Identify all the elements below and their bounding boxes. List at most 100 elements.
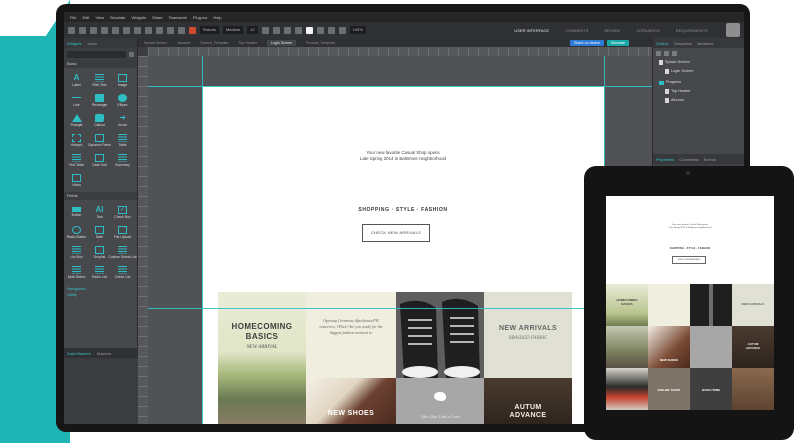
widget-arrow[interactable]: ➜ Arrow: [111, 110, 134, 130]
tablet-tile-homecoming[interactable]: HOMECOMING BASICS: [606, 284, 648, 326]
widget-custom-select[interactable]: Custom Select List: [108, 242, 137, 262]
tab-icons[interactable]: Icons: [87, 41, 97, 46]
search-icon[interactable]: [129, 51, 134, 57]
underline-icon[interactable]: [283, 26, 291, 34]
widget-hotspot[interactable]: Hotspot: [65, 130, 88, 150]
menu-simulate[interactable]: Simulate: [110, 15, 126, 20]
italic-icon[interactable]: [272, 26, 280, 34]
tab-properties[interactable]: Properties: [656, 157, 674, 162]
search-outline-icon[interactable]: [672, 50, 677, 56]
add-page-icon[interactable]: [656, 50, 661, 56]
tab-review[interactable]: REVIEW: [598, 26, 626, 35]
cut-icon[interactable]: [101, 26, 108, 34]
tab-user-interface[interactable]: USER INTERFACE: [508, 26, 555, 35]
widget-list-box[interactable]: List Box: [65, 242, 88, 262]
doc-tab-splash[interactable]: Splash Screen: [144, 41, 167, 45]
outline-item[interactable]: Splash Screen: [653, 58, 744, 67]
tablet-tile-model[interactable]: [606, 368, 648, 410]
tab-data-masters[interactable]: Data Masters: [67, 351, 91, 356]
simulate-button[interactable]: Simulate: [606, 40, 629, 46]
tile-sneakers[interactable]: [396, 292, 484, 378]
tab-widgets[interactable]: Widgets: [67, 41, 81, 46]
tablet-tile-eveline[interactable]: EVELINE TSHIRT: [648, 368, 690, 410]
crop-icon[interactable]: [178, 26, 185, 34]
line-weight-icon[interactable]: [327, 26, 335, 34]
line-color-icon[interactable]: [316, 26, 324, 34]
doc-tab-login[interactable]: Login Screen: [266, 39, 297, 46]
tablet-cta-button[interactable]: CHECK NEW ARRIVALS: [672, 256, 706, 264]
widget-line[interactable]: Line: [65, 90, 88, 110]
save-icon[interactable]: [90, 26, 97, 34]
add-folder-icon[interactable]: [664, 50, 669, 56]
outline-item[interactable]: Progress: [653, 78, 744, 87]
user-avatar[interactable]: [726, 23, 740, 37]
widget-triangle[interactable]: Triangle: [65, 110, 88, 130]
arrow-style-icon[interactable]: [338, 26, 346, 34]
doc-tab-product[interactable]: Product_Template: [306, 41, 335, 45]
tile-new-shoes[interactable]: NEW SHOES: [306, 378, 396, 424]
widget-date[interactable]: Date: [88, 222, 111, 242]
widget-multi-select[interactable]: Multi Select: [65, 262, 88, 282]
widget-video[interactable]: Video: [65, 170, 88, 190]
tablet-tile-social[interactable]: [690, 326, 732, 368]
zoom-select[interactable]: 100%: [349, 26, 366, 34]
tablet-tile-quote[interactable]: [648, 284, 690, 326]
tile-new-arrivals[interactable]: NEW ARRIVALS BRAIDED FABRIC: [484, 292, 572, 378]
outline-item[interactable]: Login Screen: [653, 67, 744, 76]
widget-text-table[interactable]: Text Table: [65, 150, 88, 170]
doc-tab-top-header[interactable]: Top Header: [238, 41, 257, 45]
tab-variables[interactable]: Variables: [697, 41, 713, 46]
widget-button[interactable]: Button: [65, 202, 88, 222]
design-canvas[interactable]: Your new favorite Casual Shop opens Late…: [148, 56, 652, 424]
menu-edit[interactable]: Edit: [82, 15, 89, 20]
guide-left[interactable]: [202, 56, 203, 424]
tab-events[interactable]: Events: [704, 157, 716, 162]
menu-file[interactable]: File: [70, 15, 76, 20]
paste-icon[interactable]: [123, 26, 130, 34]
tablet-tile-new-arrivals[interactable]: NEW ARRIVALS: [732, 284, 774, 326]
widget-summary[interactable]: Summary: [111, 150, 134, 170]
widget-radio-list[interactable]: Radio List: [88, 262, 111, 282]
widget-checkbox[interactable]: ✓ Check Box: [111, 202, 134, 222]
menu-plugins[interactable]: Plug-ins: [193, 15, 207, 20]
widget-dynamic-panel[interactable]: Dynamic Panel: [88, 130, 111, 150]
widget-image[interactable]: Image: [111, 70, 134, 90]
section-basic[interactable]: Basic: [64, 60, 137, 68]
tab-masters[interactable]: Masters: [97, 351, 111, 356]
tablet-tile-sneakers[interactable]: [690, 284, 732, 326]
widget-file-upload[interactable]: File Upload: [111, 222, 134, 242]
tile-homecoming[interactable]: HOMECOMING BASICS NEW ARRIVAL: [218, 292, 306, 424]
doc-tab-search[interactable]: Search_Template: [200, 41, 228, 45]
font-family-select[interactable]: Roboto: [200, 26, 219, 34]
guide-middle[interactable]: [148, 308, 652, 309]
menu-widgets[interactable]: Widgets: [132, 15, 146, 20]
tab-comments[interactable]: COMMENTS: [559, 26, 594, 35]
bold-icon[interactable]: [261, 26, 269, 34]
tablet-tile-basic-items[interactable]: BASIC ITEMS: [690, 368, 732, 410]
check-new-arrivals-button[interactable]: CHECK NEW ARRIVALS: [362, 224, 430, 242]
new-icon[interactable]: [68, 26, 75, 34]
connector-icon[interactable]: [167, 26, 174, 34]
outline-item[interactable]: Top Header: [653, 87, 744, 96]
fill-color-icon[interactable]: [189, 26, 196, 34]
widget-rectangle[interactable]: Rectangle: [88, 90, 111, 110]
widget-label[interactable]: A Label: [65, 70, 88, 90]
tile-quote[interactable]: Opening Ceremony #fashionsx/FW tomorrow,…: [306, 292, 396, 378]
font-weight-select[interactable]: Medium: [222, 26, 244, 34]
tile-social[interactable]: Like, Like, Like, a Love: [396, 378, 484, 424]
open-icon[interactable]: [79, 26, 86, 34]
widget-callout[interactable]: Callout: [88, 110, 111, 130]
widget-droplist[interactable]: Droplist: [88, 242, 111, 262]
redo-icon[interactable]: [145, 26, 152, 34]
widget-rich-text[interactable]: Rich Text: [88, 70, 111, 90]
widget-table[interactable]: Table: [111, 130, 134, 150]
widget-search-input[interactable]: [67, 50, 126, 58]
widget-check-list[interactable]: Check List: [111, 262, 134, 282]
section-fields[interactable]: Fields: [64, 192, 137, 200]
artboard-page[interactable]: Your new favorite Casual Shop opens Late…: [202, 86, 604, 424]
guide-top[interactable]: [148, 86, 652, 87]
tablet-tile-autumn[interactable]: AUTUM ADVANCE: [732, 326, 774, 368]
doc-tab-account[interactable]: Account: [177, 41, 190, 45]
tab-templates[interactable]: Templates: [674, 41, 692, 46]
menu-view[interactable]: View: [95, 15, 104, 20]
